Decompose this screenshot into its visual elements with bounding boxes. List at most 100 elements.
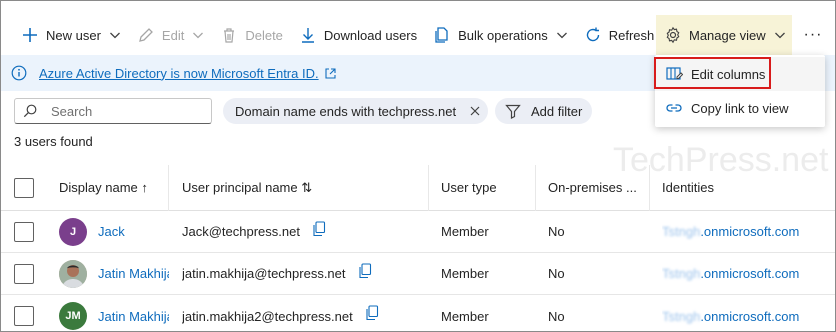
- search-input[interactable]: [51, 103, 201, 119]
- row-checkbox-cell: [14, 211, 44, 252]
- refresh-button[interactable]: Refresh: [576, 15, 663, 55]
- gear-icon: [664, 26, 682, 44]
- download-users-button[interactable]: Download users: [291, 15, 425, 55]
- user-type-cell: Member: [441, 266, 489, 281]
- column-display-name[interactable]: Display name ↑: [59, 165, 169, 210]
- chevron-down-icon: [192, 29, 204, 41]
- command-bar: New user Edit Delete Download users Bulk…: [1, 15, 835, 55]
- table-header-row: Display name ↑ User principal name ⇅ Use…: [1, 165, 835, 211]
- table-row[interactable]: Jatin Makhija jatin.makhija@techpress.ne…: [1, 253, 835, 295]
- upn-cell: Jack@techpress.net: [182, 211, 427, 252]
- search-box: [14, 98, 212, 124]
- more-options-button[interactable]: ···: [798, 15, 828, 55]
- row-checkbox[interactable]: [14, 263, 34, 284]
- identity-domain: .onmicrosoft.com: [700, 266, 800, 281]
- upn-text: jatin.makhija2@techpress.net: [182, 308, 353, 324]
- avatar: J: [59, 217, 87, 246]
- row-checkbox[interactable]: [14, 306, 34, 326]
- bulk-operations-button[interactable]: Bulk operations: [425, 15, 576, 55]
- link-icon: [665, 99, 683, 117]
- edit-button[interactable]: Edit: [129, 15, 212, 55]
- close-icon[interactable]: [468, 104, 482, 118]
- identity-link[interactable]: Tstngh.onmicrosoft.com: [662, 309, 799, 324]
- chevron-down-icon: [774, 29, 786, 41]
- redacted-text: Tstngh: [662, 308, 701, 324]
- domain-filter-pill[interactable]: Domain name ends with techpress.net: [223, 98, 488, 124]
- download-icon: [299, 26, 317, 44]
- identity-link[interactable]: Tstngh.onmicrosoft.com: [662, 224, 799, 239]
- avatar-photo: [59, 259, 87, 288]
- identity-link[interactable]: Tstngh.onmicrosoft.com: [662, 266, 799, 281]
- pencil-icon: [137, 26, 155, 44]
- bulk-operations-label: Bulk operations: [458, 27, 548, 43]
- plus-icon: [21, 26, 39, 44]
- manage-view-button[interactable]: Manage view: [656, 15, 792, 55]
- highlight-box: [654, 57, 771, 89]
- delete-label: Delete: [245, 27, 283, 43]
- user-type-cell: Member: [441, 308, 489, 324]
- on-premises-cell: No: [548, 224, 565, 239]
- user-name-link[interactable]: Jack: [98, 224, 125, 239]
- upn-cell: jatin.makhija@techpress.net: [182, 253, 427, 294]
- add-filter-button[interactable]: Add filter: [495, 98, 592, 124]
- column-divider: [535, 165, 536, 211]
- on-premises-cell: No: [548, 266, 565, 281]
- external-link-icon: [325, 67, 336, 79]
- upn-text: Jack@techpress.net: [182, 224, 300, 239]
- chevron-down-icon: [109, 29, 121, 41]
- add-filter-label: Add filter: [531, 103, 583, 119]
- row-checkbox[interactable]: [14, 221, 34, 242]
- edit-columns-menu-item[interactable]: Edit columns: [654, 57, 825, 91]
- column-divider: [168, 165, 169, 211]
- column-divider: [428, 165, 429, 211]
- user-type-cell: Member: [441, 224, 489, 239]
- display-name-cell: J Jack: [59, 211, 169, 252]
- entra-announcement-link[interactable]: Azure Active Directory is now Microsoft …: [39, 66, 319, 81]
- table-row[interactable]: JM Jatin Makhija jatin.makhija2@techpres…: [1, 295, 835, 331]
- user-name-link[interactable]: Jatin Makhija: [98, 309, 169, 324]
- filter-icon: [505, 103, 521, 119]
- trash-icon: [220, 26, 238, 44]
- copy-link-menu-item[interactable]: Copy link to view: [655, 91, 825, 125]
- column-divider: [649, 165, 650, 211]
- users-page: New user Edit Delete Download users Bulk…: [0, 0, 836, 332]
- new-user-button[interactable]: New user: [1, 15, 129, 55]
- new-user-label: New user: [46, 27, 101, 43]
- manage-view-menu: Edit columns Copy link to view: [654, 55, 825, 127]
- delete-button[interactable]: Delete: [212, 15, 291, 55]
- row-checkbox-cell: [14, 253, 44, 294]
- result-count: 3 users found: [14, 134, 93, 149]
- copy-icon[interactable]: [358, 262, 372, 279]
- documents-icon: [433, 26, 451, 44]
- table-row[interactable]: J Jack Jack@techpress.net Member No Tstn…: [1, 211, 835, 253]
- chevron-down-icon: [556, 29, 568, 41]
- upn-cell: jatin.makhija2@techpress.net: [182, 295, 427, 331]
- display-name-cell: Jatin Makhija: [59, 253, 169, 294]
- display-name-cell: JM Jatin Makhija: [59, 295, 169, 331]
- copy-link-label: Copy link to view: [691, 100, 789, 116]
- copy-icon[interactable]: [312, 220, 326, 237]
- on-premises-cell: No: [548, 308, 565, 324]
- row-checkbox-cell: [14, 295, 44, 331]
- search-icon: [23, 104, 37, 118]
- download-users-label: Download users: [323, 27, 418, 43]
- manage-view-label: Manage view: [689, 27, 766, 43]
- redacted-text: Tstngh: [662, 224, 701, 239]
- user-name-link[interactable]: Jatin Makhija: [98, 266, 169, 281]
- info-icon: [11, 65, 27, 81]
- edit-label: Edit: [161, 27, 185, 43]
- identity-domain: .onmicrosoft.com: [700, 308, 800, 324]
- select-all-checkbox[interactable]: [14, 177, 34, 198]
- refresh-icon: [584, 26, 602, 44]
- domain-filter-label: Domain name ends with techpress.net: [235, 103, 457, 119]
- upn-text: jatin.makhija@techpress.net: [182, 266, 346, 281]
- column-identities[interactable]: Identities: [662, 165, 835, 210]
- refresh-label: Refresh: [608, 27, 655, 43]
- column-user-type[interactable]: User type: [441, 165, 536, 210]
- column-user-principal-name[interactable]: User principal name ⇅: [182, 165, 427, 210]
- identities-cell: Tstngh.onmicrosoft.com: [662, 253, 835, 294]
- redacted-text: Tstngh: [662, 266, 701, 281]
- column-on-premises[interactable]: On-premises ...: [548, 165, 648, 210]
- copy-icon[interactable]: [365, 305, 379, 321]
- identity-domain: .onmicrosoft.com: [700, 224, 800, 239]
